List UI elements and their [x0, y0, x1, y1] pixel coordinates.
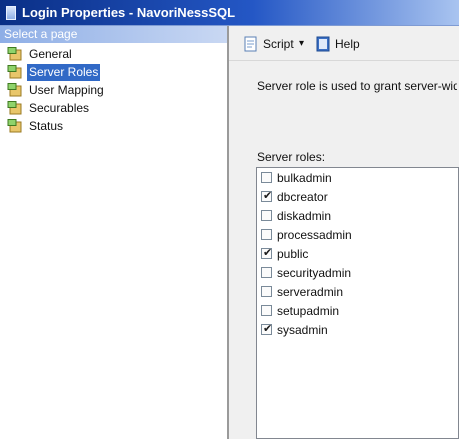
role-checkbox[interactable] — [261, 267, 272, 278]
title-bar: Login Properties - NavoriNessSQL — [0, 0, 459, 26]
page-icon — [7, 47, 22, 61]
page-item-label: Status — [29, 119, 64, 133]
role-checkbox[interactable]: ✔ — [261, 190, 273, 202]
window-icon — [6, 6, 16, 20]
role-checkbox[interactable]: ✔ — [261, 247, 273, 259]
window-title: Login Properties - NavoriNessSQL — [22, 5, 236, 20]
checkmark-icon: ✔ — [263, 323, 273, 335]
page-icon — [7, 65, 22, 79]
script-label: Script — [263, 37, 294, 51]
script-button[interactable]: Script ▾ — [243, 35, 305, 53]
checkmark-icon: ✔ — [263, 247, 273, 259]
page-item-label: User Mapping — [29, 83, 104, 97]
role-checkbox[interactable] — [261, 172, 272, 183]
select-page-label: Select a page — [4, 27, 78, 41]
role-label: setupadmin — [277, 304, 340, 318]
help-label: Help — [335, 37, 360, 51]
page-icon — [7, 101, 22, 115]
role-checkbox[interactable] — [261, 229, 272, 240]
page-description: Server role is used to grant server-wide… — [257, 79, 457, 93]
page-icon — [7, 119, 22, 133]
page-item-label: Securables — [29, 101, 90, 115]
role-checkbox[interactable] — [261, 305, 272, 316]
toolbar: Script ▾ Help — [229, 26, 459, 61]
page-item-label: Server Roles — [27, 64, 101, 81]
role-label: diskadmin — [277, 209, 332, 223]
role-label: dbcreator — [277, 190, 328, 204]
server-roles-list[interactable]: bulkadmin ✔ dbcreator diskadmin processa… — [256, 167, 459, 439]
server-roles-label: Server roles: — [257, 150, 326, 164]
role-label: sysadmin — [277, 323, 328, 337]
help-button[interactable]: Help — [315, 35, 365, 53]
role-label: serveradmin — [277, 285, 344, 299]
role-checkbox[interactable] — [261, 286, 272, 297]
page-item-label: General — [29, 47, 72, 61]
role-label: bulkadmin — [277, 171, 332, 185]
role-checkbox[interactable]: ✔ — [261, 323, 273, 335]
select-page-header: Select a page — [0, 26, 227, 43]
content-pane: Script ▾ Help Server role is used to gra… — [229, 26, 459, 439]
script-icon — [244, 36, 257, 52]
page-icon — [7, 83, 22, 97]
page-selector-pane: Select a page General Server Roles User … — [0, 26, 229, 439]
checkmark-icon: ✔ — [263, 190, 273, 202]
role-checkbox[interactable] — [261, 210, 272, 221]
role-label: public — [277, 247, 309, 261]
help-icon — [316, 36, 330, 52]
role-label: securityadmin — [277, 266, 352, 280]
role-label: processadmin — [277, 228, 352, 242]
chevron-down-icon[interactable]: ▾ — [299, 35, 304, 53]
